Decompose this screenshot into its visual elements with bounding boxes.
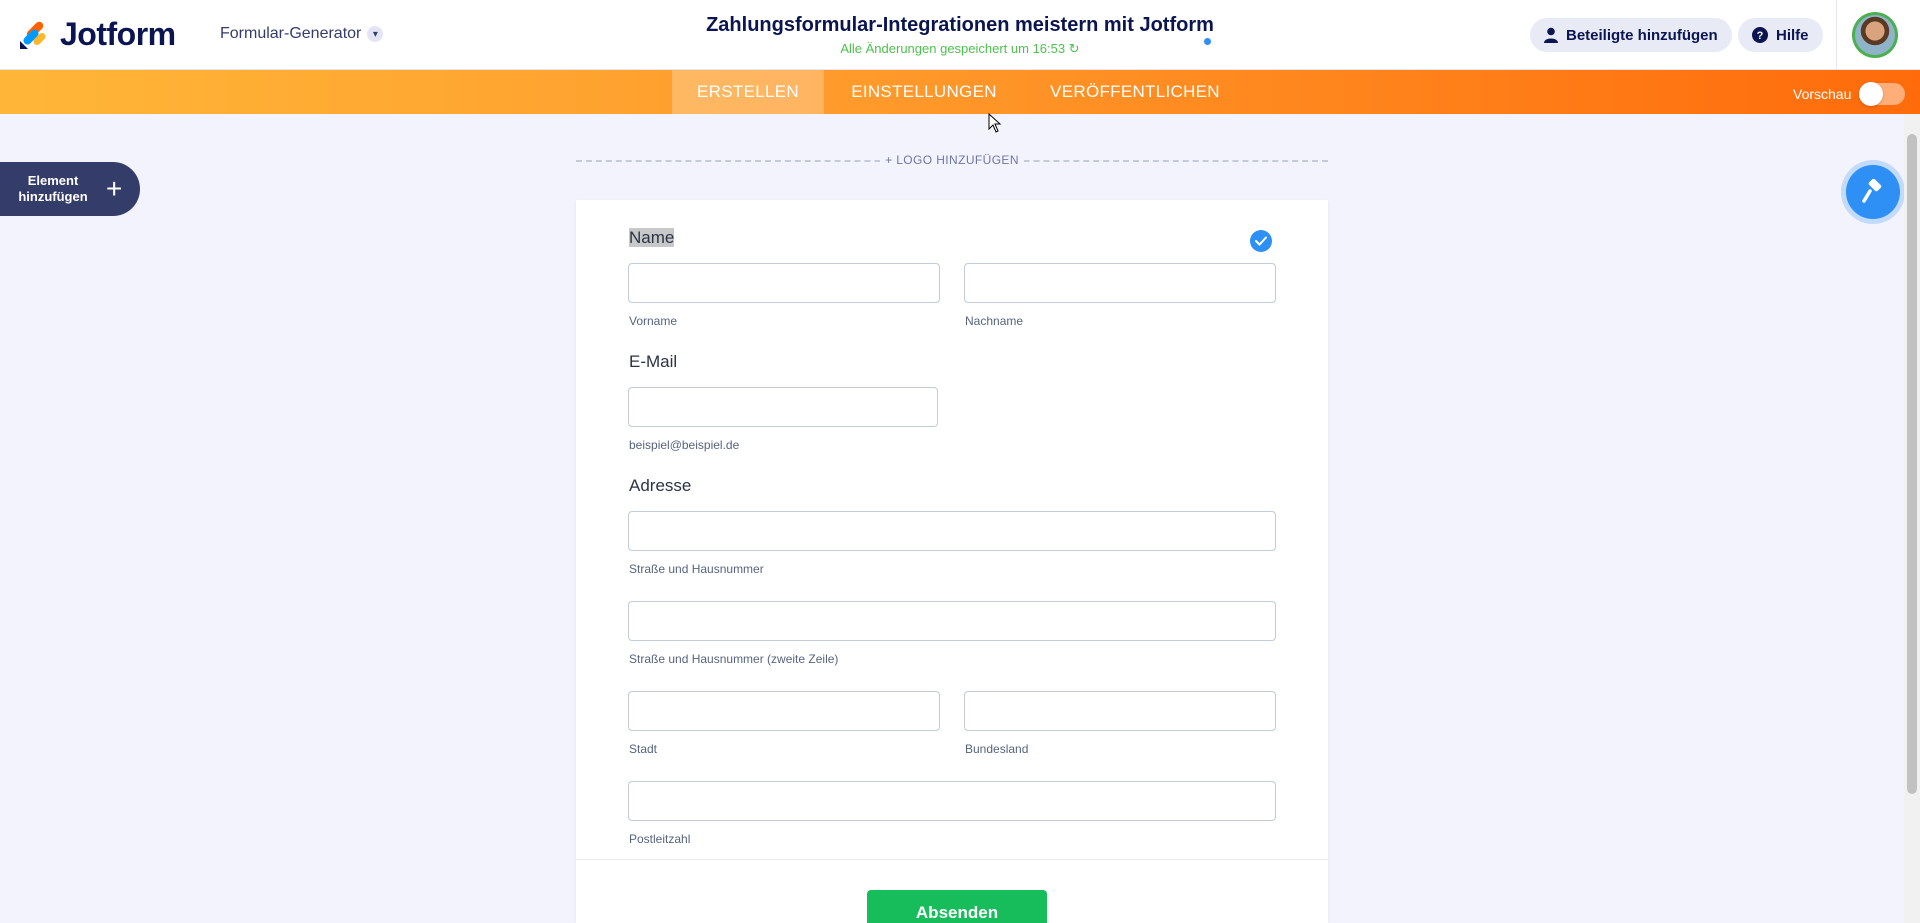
- email-field-label: E-Mail: [629, 352, 678, 371]
- history-icon[interactable]: ↻: [1069, 41, 1080, 56]
- city-input[interactable]: [628, 691, 940, 731]
- form-title[interactable]: Zahlungsformular-Integrationen meistern …: [706, 14, 1214, 36]
- submit-button[interactable]: Absenden: [867, 890, 1047, 923]
- address-field-label: Adresse: [629, 476, 692, 495]
- street-sublabel: Straße und Hausnummer: [629, 562, 764, 576]
- builder-nav: ERSTELLEN EINSTELLUNGEN VERÖFFENTLICHEN …: [0, 70, 1920, 114]
- name-label-text[interactable]: Name: [629, 228, 675, 247]
- last-name-input[interactable]: [964, 263, 1276, 303]
- builder-selector[interactable]: Formular-Generator ▾: [220, 25, 384, 43]
- svg-text:?: ?: [1757, 30, 1764, 42]
- zip-sublabel: Postleitzahl: [629, 832, 691, 846]
- page-scrollbar[interactable]: [1904, 114, 1920, 923]
- tab-publish[interactable]: VERÖFFENTLICHEN: [1040, 70, 1230, 114]
- notification-dot: [1204, 38, 1211, 45]
- first-name-sublabel: Vorname: [629, 314, 678, 328]
- card-divider: [576, 859, 1328, 860]
- email-input[interactable]: [628, 387, 938, 427]
- help-icon: ?: [1752, 27, 1768, 43]
- avatar[interactable]: [1852, 12, 1898, 58]
- street-input[interactable]: [628, 511, 1276, 551]
- name-field-label[interactable]: Name: [629, 228, 675, 248]
- help-label: Hilfe: [1776, 26, 1809, 44]
- help-button[interactable]: ? Hilfe: [1738, 18, 1823, 52]
- top-header: Jotform Formular-Generator ▾ Zahlungsfor…: [0, 0, 1920, 70]
- plus-icon: +: [106, 173, 123, 204]
- last-name-sublabel: Nachname: [965, 314, 1024, 328]
- preview-toggle[interactable]: [1859, 82, 1906, 106]
- first-name-input[interactable]: [628, 263, 940, 303]
- email-sublabel: beispiel@beispiel.de: [629, 438, 740, 452]
- avatar-image: [1855, 15, 1895, 55]
- preview-toggle-group: Vorschau: [1793, 82, 1906, 106]
- state-input[interactable]: [964, 691, 1276, 731]
- logo-text: Jotform: [60, 16, 176, 52]
- preview-label: Vorschau: [1793, 86, 1852, 102]
- street-line2-sublabel: Straße und Hausnummer (zweite Zeile): [629, 652, 839, 666]
- add-element-line2: hinzufügen: [18, 189, 88, 204]
- form-designer-button[interactable]: [1841, 160, 1905, 224]
- check-mark-glyph: [1255, 236, 1267, 246]
- form-designer-inner: [1846, 165, 1900, 219]
- state-sublabel: Bundesland: [965, 742, 1029, 756]
- jotform-logo[interactable]: Jotform: [18, 16, 176, 53]
- city-sublabel: Stadt: [629, 742, 658, 756]
- save-status-text: Alle Änderungen gespeichert um 16:53: [840, 41, 1066, 56]
- add-element-label: Element hinzufügen: [0, 173, 106, 205]
- toggle-knob: [1859, 82, 1884, 106]
- jotform-logo-icon: [20, 21, 46, 49]
- add-element-button[interactable]: Element hinzufügen +: [0, 162, 140, 216]
- user-icon: [1544, 27, 1558, 43]
- scrollbar-thumb[interactable]: [1907, 134, 1917, 794]
- header-divider: [1836, 0, 1837, 70]
- add-logo-link[interactable]: + LOGO HINZUFÜGEN: [880, 153, 1024, 167]
- tab-build[interactable]: ERSTELLEN: [672, 70, 824, 114]
- street-line2-input[interactable]: [628, 601, 1276, 641]
- builder-label: Formular-Generator: [220, 25, 362, 42]
- tab-settings[interactable]: EINSTELLUNGEN: [830, 70, 1018, 114]
- zip-input[interactable]: [628, 781, 1276, 821]
- add-element-line1: Element: [27, 173, 79, 188]
- add-collaborators-label: Beteiligte hinzufügen: [1566, 26, 1718, 44]
- mouse-cursor-icon: [988, 113, 1002, 133]
- checkmark-icon[interactable]: [1250, 230, 1272, 252]
- add-collaborators-button[interactable]: Beteiligte hinzufügen: [1530, 18, 1732, 52]
- chevron-down-icon: ▾: [367, 26, 384, 42]
- paint-roller-icon: [1862, 179, 1882, 203]
- form-card: Name Vorname Nachname E-Mail beispiel@be…: [576, 200, 1328, 923]
